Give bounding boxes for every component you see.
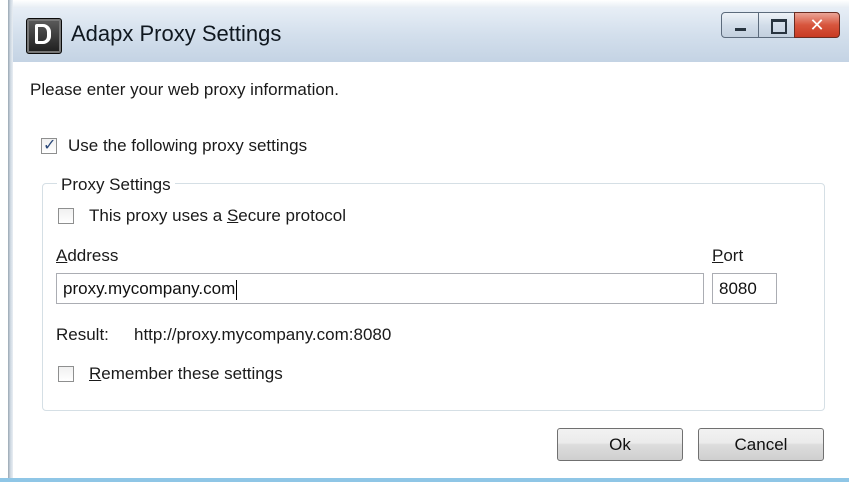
proxy-settings-group-title: Proxy Settings [57, 175, 175, 195]
maximize-button[interactable] [758, 12, 795, 38]
title-bar[interactable]: Adapx Proxy Settings ✕ [13, 8, 849, 62]
address-label: Address [56, 246, 119, 265]
app-icon [26, 18, 62, 54]
window-controls: ✕ [721, 12, 840, 42]
maximize-icon [771, 19, 787, 34]
result-value: http://proxy.mycompany.com:8080 [134, 325, 392, 344]
use-proxy-checkbox[interactable] [41, 135, 57, 155]
remember-settings-label[interactable]: Remember these settings [89, 364, 283, 384]
close-icon: ✕ [809, 15, 825, 35]
port-input[interactable]: 8080 [712, 273, 777, 304]
window-title: Adapx Proxy Settings [71, 21, 282, 46]
minimize-button[interactable] [721, 12, 759, 38]
remember-settings-checkbox[interactable] [58, 366, 74, 382]
cancel-button[interactable]: Cancel [698, 428, 824, 461]
window-bottom-edge [0, 478, 849, 482]
address-input[interactable]: proxy.mycompany.com [56, 273, 704, 304]
text-caret [236, 279, 238, 300]
secure-protocol-checkbox[interactable] [58, 208, 74, 224]
intro-text: Please enter your web proxy information. [30, 80, 339, 99]
use-proxy-label[interactable]: Use the following proxy settings [68, 136, 307, 156]
window-frame-top [8, 0, 849, 8]
port-label: Port [712, 246, 744, 265]
minimize-icon [735, 28, 746, 31]
result-label: Result: [56, 325, 109, 344]
proxy-settings-window: Adapx Proxy Settings ✕ Please enter your… [0, 0, 849, 482]
secure-protocol-label[interactable]: This proxy uses a Secure protocol [89, 206, 346, 226]
ok-button[interactable]: Ok [557, 428, 683, 461]
dialog-content: Please enter your web proxy information.… [13, 62, 849, 482]
close-button[interactable]: ✕ [794, 12, 840, 38]
